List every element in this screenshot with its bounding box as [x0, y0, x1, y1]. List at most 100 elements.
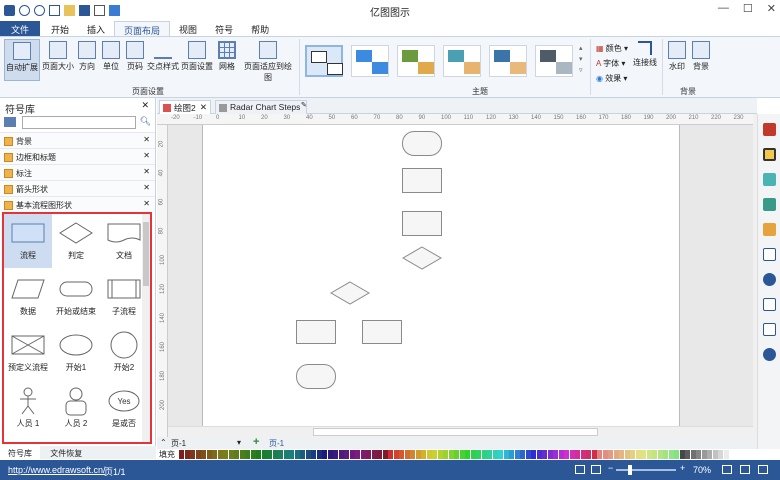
category-borders-titles[interactable]: 边框和标题 ✕	[0, 148, 155, 164]
decision-shape[interactable]	[329, 280, 371, 306]
zoom-in-button[interactable]: +	[680, 463, 685, 473]
color-swatch[interactable]	[201, 450, 206, 459]
image-icon[interactable]	[762, 198, 776, 211]
color-option[interactable]: ▦ 颜色 ▾	[596, 41, 628, 56]
color-swatch[interactable]	[404, 450, 410, 459]
color-swatch[interactable]	[509, 450, 514, 459]
add-page-button[interactable]: +	[253, 436, 259, 448]
color-swatch[interactable]	[635, 450, 641, 459]
color-swatch[interactable]	[558, 450, 564, 459]
color-swatch[interactable]	[520, 450, 525, 459]
zoom-slider-handle[interactable]	[628, 465, 632, 475]
library-search-input[interactable]	[22, 116, 136, 129]
chevron-down-icon[interactable]: ▾	[237, 438, 241, 447]
process-shape[interactable]	[402, 168, 442, 193]
document-icon[interactable]	[762, 298, 776, 311]
layers-icon[interactable]	[762, 223, 776, 236]
page-icon[interactable]	[762, 248, 776, 261]
color-swatch[interactable]	[195, 450, 201, 459]
color-swatch[interactable]	[228, 450, 234, 459]
color-swatch[interactable]	[597, 450, 602, 459]
shape-person2[interactable]: 人员 2	[52, 382, 100, 436]
color-swatch[interactable]	[514, 450, 520, 459]
jump-style-button[interactable]: 交点样式	[147, 39, 179, 81]
color-swatch[interactable]	[344, 450, 349, 459]
color-swatch[interactable]	[564, 450, 569, 459]
category-basic-flowchart[interactable]: 基本流程图形状 ✕	[0, 196, 155, 212]
close-icon[interactable]: ✕	[143, 151, 150, 160]
theme-option-2[interactable]	[351, 45, 389, 77]
website-link[interactable]: http://www.edrawsoft.cn/	[8, 465, 106, 475]
tab-symbol-library[interactable]: 符号库	[0, 446, 40, 461]
shape-subprocess[interactable]: 子流程	[100, 270, 148, 324]
doc-tab-radar-chart[interactable]: Radar Chart Steps	[215, 100, 307, 114]
close-icon[interactable]: ✕	[143, 199, 150, 208]
color-swatch[interactable]	[179, 450, 184, 459]
color-swatch[interactable]	[300, 450, 305, 459]
expand-icon[interactable]	[758, 465, 768, 474]
fit-page-icon[interactable]	[722, 465, 732, 474]
terminator-shape[interactable]	[402, 131, 442, 156]
color-swatch[interactable]	[366, 450, 371, 459]
color-swatch[interactable]	[657, 450, 663, 459]
color-swatch[interactable]	[459, 450, 465, 459]
color-swatch[interactable]	[690, 450, 696, 459]
color-swatch[interactable]	[465, 450, 470, 459]
tab-symbols[interactable]: 符号	[206, 21, 242, 36]
color-swatch[interactable]	[355, 450, 360, 459]
color-swatch[interactable]	[624, 450, 630, 459]
tab-view[interactable]: 视图	[170, 21, 206, 36]
color-swatch[interactable]	[382, 450, 388, 459]
shape-predefined-process[interactable]: 预定义流程	[4, 326, 52, 380]
globe-icon[interactable]	[762, 273, 776, 286]
fit-width-icon[interactable]	[591, 465, 601, 474]
color-swatch[interactable]	[278, 450, 283, 459]
color-swatch[interactable]	[547, 450, 553, 459]
color-swatch[interactable]	[294, 450, 300, 459]
color-swatch[interactable]	[360, 450, 366, 459]
tab-help[interactable]: 帮助	[242, 21, 278, 36]
theme-scroll[interactable]: ▴ ▾ ▿	[579, 43, 583, 76]
shape-person1[interactable]: 人员 1	[4, 382, 52, 436]
pin-icon[interactable]: ✎	[301, 101, 307, 109]
zoom-out-button[interactable]: −	[608, 463, 613, 473]
color-swatch[interactable]	[580, 450, 586, 459]
category-arrows[interactable]: 箭头形状 ✕	[0, 180, 155, 196]
color-swatch[interactable]	[261, 450, 267, 459]
color-swatch[interactable]	[503, 450, 509, 459]
process-shape[interactable]	[296, 320, 336, 344]
color-swatch[interactable]	[701, 450, 707, 459]
tab-file-recovery[interactable]: 文件恢复	[42, 446, 90, 461]
color-swatch[interactable]	[454, 450, 459, 459]
maximize-button[interactable]: ☐	[743, 2, 753, 15]
close-icon[interactable]: ✕	[200, 102, 207, 113]
color-swatch[interactable]	[267, 450, 272, 459]
color-swatch[interactable]	[234, 450, 239, 459]
tab-file[interactable]: 文件	[0, 21, 40, 36]
color-swatch[interactable]	[608, 450, 613, 459]
color-swatch[interactable]	[718, 450, 723, 459]
close-icon[interactable]: ✕	[143, 183, 150, 192]
close-icon[interactable]: ✕	[143, 167, 150, 176]
color-swatch[interactable]	[415, 450, 421, 459]
shape-partial-3[interactable]	[100, 436, 148, 442]
line-style-icon[interactable]	[762, 148, 776, 161]
color-swatch[interactable]	[437, 450, 443, 459]
color-swatch[interactable]	[311, 450, 316, 459]
color-swatch[interactable]	[613, 450, 619, 459]
color-swatch[interactable]	[410, 450, 415, 459]
color-swatch[interactable]	[696, 450, 701, 459]
color-swatch[interactable]	[283, 450, 289, 459]
connector-button[interactable]: 连接线	[630, 39, 660, 81]
minimize-button[interactable]: —	[718, 2, 729, 15]
color-swatch[interactable]	[470, 450, 476, 459]
theme-option-3[interactable]	[397, 45, 435, 77]
color-swatch[interactable]	[371, 450, 377, 459]
help-icon[interactable]	[762, 348, 776, 361]
color-swatch[interactable]	[322, 450, 327, 459]
process-shape[interactable]	[402, 211, 442, 236]
orientation-button[interactable]: 方向	[76, 39, 98, 81]
auto-expand-button[interactable]: 自动扩展	[4, 39, 40, 81]
comment-icon[interactable]	[762, 323, 776, 336]
color-swatch[interactable]	[393, 450, 399, 459]
